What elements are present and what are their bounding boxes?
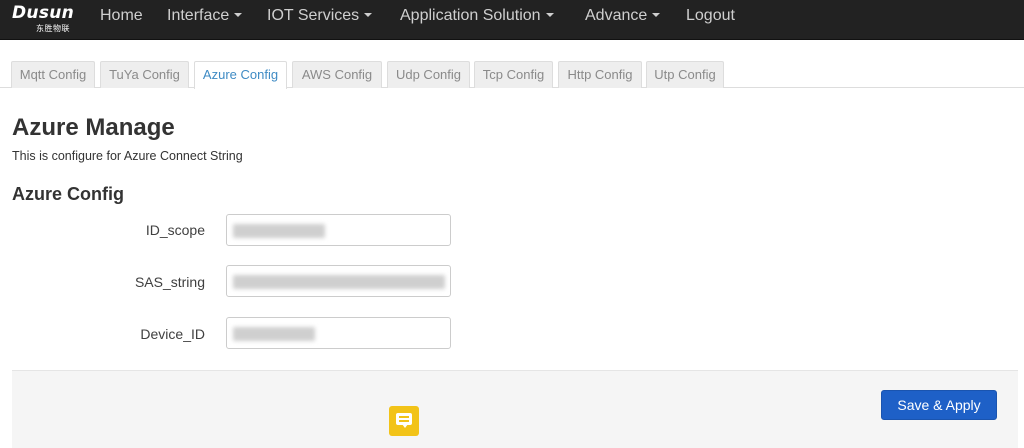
tab-aws-config[interactable]: AWS Config	[292, 61, 382, 88]
caret-down-icon	[652, 12, 661, 17]
device-id-input[interactable]	[226, 317, 451, 349]
form-actions-bar	[12, 370, 1018, 448]
tab-mqtt-config[interactable]: Mqtt Config	[11, 61, 95, 88]
chat-line	[399, 420, 409, 422]
nav-home[interactable]: Home	[100, 0, 143, 40]
redacted-value	[233, 327, 315, 341]
nav-interface-label: Interface	[167, 7, 230, 24]
tab-udp-config[interactable]: Udp Config	[387, 61, 470, 88]
nav-logout[interactable]: Logout	[686, 0, 735, 40]
page-title: Azure Manage	[12, 114, 175, 141]
nav-application-solution[interactable]: Application Solution	[400, 0, 554, 40]
device-id-label: Device_ID	[140, 326, 205, 342]
caret-down-icon	[364, 12, 373, 17]
tab-utp-config[interactable]: Utp Config	[646, 61, 724, 88]
caret-down-icon	[545, 12, 554, 17]
redacted-value	[233, 224, 325, 238]
nav-application-solution-label: Application Solution	[400, 7, 541, 24]
nav-advance-label: Advance	[585, 7, 648, 24]
save-apply-button[interactable]: Save & Apply	[881, 390, 997, 420]
caret-down-icon	[234, 12, 243, 17]
page-description: This is configure for Azure Connect Stri…	[12, 149, 243, 163]
config-tabs: Mqtt Config TuYa Config Azure Config AWS…	[0, 61, 1024, 89]
nav-home-label: Home	[100, 7, 143, 24]
brand-name: Dusun	[12, 3, 75, 23]
nav-advance[interactable]: Advance	[585, 0, 661, 40]
redacted-value	[233, 275, 445, 289]
section-title: Azure Config	[12, 184, 124, 204]
sas-string-input[interactable]	[226, 265, 451, 297]
tab-tuya-config[interactable]: TuYa Config	[100, 61, 189, 88]
brand-logo[interactable]: Dusun 东胜物联	[10, 3, 74, 37]
nav-iot-services-label: IOT Services	[267, 7, 360, 24]
sas-string-label: SAS_string	[134, 274, 205, 290]
chat-line	[399, 416, 409, 418]
chat-bubble-icon[interactable]	[389, 406, 419, 436]
tab-azure-config[interactable]: Azure Config	[194, 61, 287, 89]
nav-iot-services[interactable]: IOT Services	[267, 0, 373, 40]
top-navbar: Dusun 东胜物联 Home Interface IOT Services A…	[0, 0, 1024, 40]
tab-http-config[interactable]: Http Config	[558, 61, 642, 88]
id-scope-label: ID_scope	[145, 222, 205, 238]
id-scope-input[interactable]	[226, 214, 451, 246]
brand-subtitle: 东胜物联	[36, 24, 70, 33]
nav-logout-label: Logout	[686, 7, 735, 24]
nav-interface[interactable]: Interface	[167, 0, 243, 40]
chat-bubble-shape	[396, 413, 412, 428]
tab-tcp-config[interactable]: Tcp Config	[474, 61, 553, 88]
